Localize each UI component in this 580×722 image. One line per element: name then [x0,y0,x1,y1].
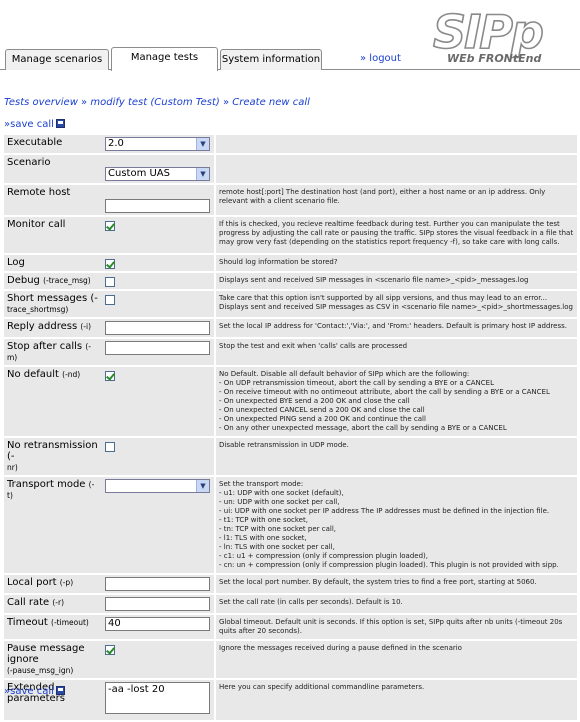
stop-after-calls-description: Stop the test and exit when 'calls' call… [216,339,577,365]
scenario-label: Scenario [4,155,102,183]
pause-message-description: Ignore the messages received during a pa… [216,641,577,678]
monitor-call-checkbox[interactable] [105,221,115,231]
no-retransmission-description: Disable retransmission in UDP mode. [216,438,577,475]
timeout-description: Global timeout. Default unit is seconds.… [216,615,577,639]
remote-host-input[interactable] [105,199,210,213]
executable-value: 2.0 [108,138,124,149]
local-port-label: Local port (-p) [4,575,102,593]
stop-after-calls-input[interactable] [105,341,210,355]
timeout-label: Timeout (-timeout) [4,615,102,639]
reply-address-description: Set the local IP address for 'Contact:',… [216,319,577,337]
no-default-checkbox[interactable] [105,371,115,381]
row-debug: Debug (-trace_msg) Displays sent and rec… [4,273,577,289]
call-settings-form: Executable 2.0 ▼ Scenario Custom UAS ▼ Rem… [4,133,577,722]
row-pause-message-ignore: Pause message ignore (-pause_msg_ign) Ign… [4,641,577,678]
row-transport-mode: Transport mode (-t) ▼ Set the transport … [4,477,577,573]
breadcrumb-create-new-call[interactable]: Create new call [232,97,310,108]
extended-parameters-textarea[interactable]: -aa -lost 20 [105,682,210,714]
row-stop-after-calls: Stop after calls (-m) Stop the test and … [4,339,577,365]
short-messages-description: Take care that this option isn't support… [216,291,577,317]
no-retransmission-label: No retransmission (- nr) [4,438,102,475]
chevron-down-icon[interactable]: ▼ [196,480,209,492]
breadcrumb-tests-overview[interactable]: Tests overview [4,97,78,108]
breadcrumb-separator: » [77,97,91,108]
short-messages-checkbox[interactable] [105,295,115,305]
row-timeout: Timeout (-timeout) 40 Global timeout. De… [4,615,577,639]
timeout-input[interactable]: 40 [105,617,210,631]
row-extended-parameters: Extended parameters -aa -lost 20 Here yo… [4,680,577,720]
transport-mode-select[interactable]: ▼ [105,479,210,493]
floppy-disk-icon[interactable] [55,119,65,128]
call-rate-input[interactable] [105,597,210,611]
row-remote-host: Remote host remote host[:port] The desti… [4,185,577,215]
row-call-rate: Call rate (-r) Set the call rate (in cal… [4,595,577,613]
pause-message-label: Pause message ignore (-pause_msg_ign) [4,641,102,678]
row-reply-address: Reply address (-i) Set the local IP addr… [4,319,577,337]
transport-mode-description: Set the transport mode: - u1: UDP with o… [216,477,577,573]
log-description: Should log information be stored? [216,255,577,271]
monitor-call-label: Monitor call [4,217,102,253]
no-retransmission-checkbox[interactable] [105,442,115,452]
reply-address-input[interactable] [105,321,210,335]
row-no-default: No default (-nd) No Default. Disable all… [4,367,577,436]
monitor-call-description: If this is checked, you recieve realtime… [216,217,577,253]
breadcrumb-separator: » [219,97,233,108]
stop-after-calls-label: Stop after calls (-m) [4,339,102,365]
log-label: Log [4,255,102,271]
executable-label: Executable [4,135,102,153]
no-default-description: No Default. Disable all default behavior… [216,367,577,436]
row-short-messages: Short messages (- trace_shortmsg) Take ca… [4,291,577,317]
tab-system-information[interactable]: System information [220,49,322,70]
reply-address-label: Reply address (-i) [4,319,102,337]
row-monitor-call: Monitor call If this is checked, you rec… [4,217,577,253]
row-scenario: Scenario Custom UAS ▼ [4,155,577,183]
row-no-retransmission: No retransmission (- nr) Disable retransm… [4,438,577,475]
row-local-port: Local port (-p) Set the local port numbe… [4,575,577,593]
no-default-label: No default (-nd) [4,367,102,436]
main-tabs: Manage scenarios Manage tests System inf… [0,47,580,71]
log-checkbox[interactable] [105,259,115,269]
save-call-label[interactable]: »save call [4,686,54,697]
row-executable: Executable 2.0 ▼ [4,135,577,153]
scenario-select[interactable]: Custom UAS ▼ [105,167,210,181]
chevron-down-icon[interactable]: ▼ [196,168,209,180]
remote-host-label: Remote host [4,185,102,215]
short-messages-label: Short messages (- trace_shortmsg) [4,291,102,317]
save-call-label[interactable]: »save call [4,119,54,130]
tab-manage-tests[interactable]: Manage tests [111,47,218,71]
pause-message-checkbox[interactable] [105,645,115,655]
row-log: Log Should log information be stored? [4,255,577,271]
chevron-down-icon[interactable]: ▼ [196,138,209,150]
executable-select[interactable]: 2.0 ▼ [105,137,210,151]
local-port-description: Set the local port number. By default, t… [216,575,577,593]
save-call-link-top[interactable]: »save call [4,119,65,130]
local-port-input[interactable] [105,577,210,591]
debug-checkbox[interactable] [105,277,115,287]
breadcrumb-modify-test[interactable]: modify test (Custom Test) [90,97,219,108]
tab-manage-scenarios[interactable]: Manage scenarios [5,49,109,70]
floppy-disk-icon[interactable] [55,686,65,695]
remote-host-description: remote host[:port] The destination host … [216,185,577,215]
debug-label: Debug (-trace_msg) [4,273,102,289]
debug-description: Displays sent and received SIP messages … [216,273,577,289]
extended-parameters-description: Here you can specify additional commandl… [216,680,577,720]
call-rate-label: Call rate (-r) [4,595,102,613]
transport-mode-label: Transport mode (-t) [4,477,102,573]
scenario-value: Custom UAS [108,168,170,179]
breadcrumb: Tests overview » modify test (Custom Tes… [4,97,310,108]
call-rate-description: Set the call rate (in calls per seconds)… [216,595,577,613]
logout-link[interactable]: » logout [360,53,401,64]
save-call-link-bottom[interactable]: »save call [4,686,65,697]
